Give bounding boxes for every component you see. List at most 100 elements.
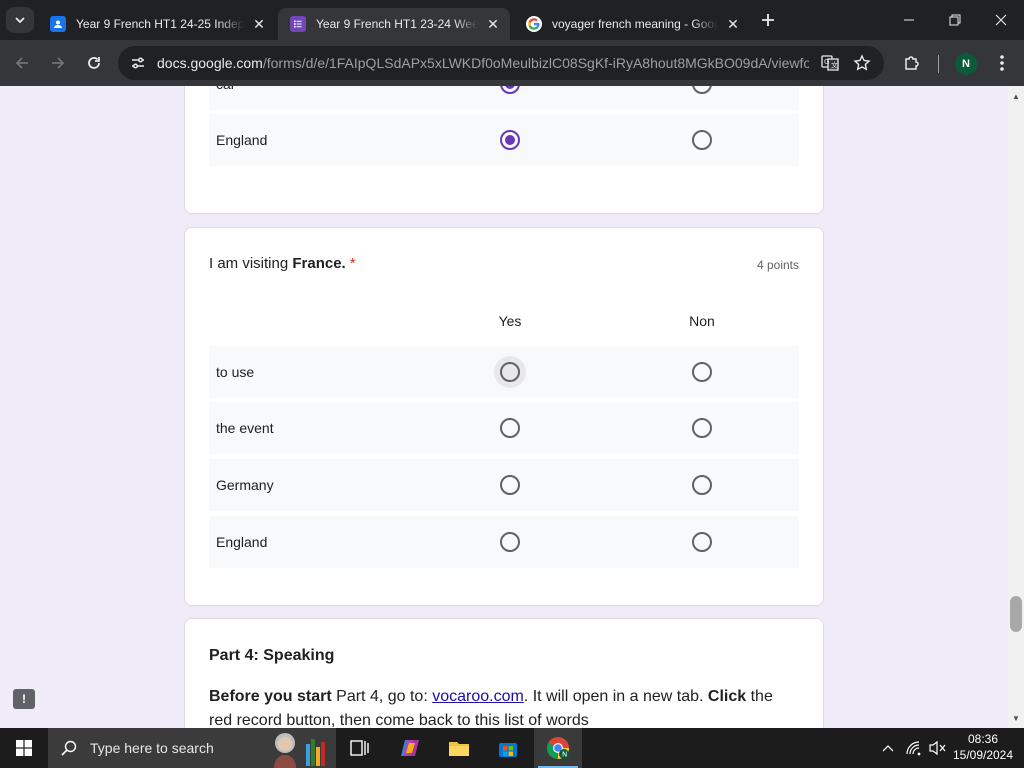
grid-row: to use [209,346,799,398]
row-label: England [216,132,268,148]
radio-non[interactable] [692,532,712,552]
search-icon [61,740,77,756]
grid-row: England [209,114,799,166]
row-label: to use [216,364,255,380]
radio-non[interactable] [692,418,712,438]
tab-classroom[interactable]: Year 9 French HT1 24-25 Independent ✕ [38,8,276,40]
required-asterisk: * [349,255,356,272]
desc-bold: Click [707,688,747,705]
task-view-icon [350,740,369,756]
translate-icon[interactable]: G文 [818,51,842,75]
google-classroom-icon [50,16,66,32]
row-label: the event [216,420,274,436]
minimize-button[interactable] [886,0,932,40]
search-highlight-icon [274,733,325,768]
grid-row: car [209,86,799,110]
tab-google-search[interactable]: voyager french meaning - Google Search ✕ [514,8,750,40]
address-bar[interactable]: docs.google.com/forms/d/e/1FAIpQLSdAPx5x… [118,46,884,80]
taskbar-search-box[interactable]: Type here to search [48,728,336,768]
toolbar-divider [938,55,939,73]
radio-non[interactable] [692,362,712,382]
url-text[interactable]: docs.google.com/forms/d/e/1FAIpQLSdAPx5x… [157,55,809,71]
grid-row: the event [209,402,799,454]
google-g-icon [526,16,542,32]
back-button[interactable] [8,49,36,77]
tab-forms[interactable]: Year 9 French HT1 23-24 Week 1 ✕ [278,8,510,40]
microsoft-store-button[interactable] [484,728,532,768]
close-icon[interactable]: ✕ [484,15,502,33]
chevron-down-icon [15,17,25,24]
chrome-icon: N [547,737,569,759]
question-title-plain: I am visiting [209,255,293,272]
restore-icon [949,14,961,26]
row-label: Germany [216,477,274,493]
browser-toolbar: docs.google.com/forms/d/e/1FAIpQLSdAPx5x… [0,40,1024,86]
question-title-bold: France. [292,255,346,272]
bookmark-star-icon[interactable] [850,51,874,75]
desc-bold: Before you start [209,688,332,705]
start-button[interactable] [0,728,48,768]
desc-text: . It will open in a new tab. [523,688,708,705]
radio-yes[interactable] [500,418,520,438]
section-title: Part 4: Speaking [209,647,335,664]
page-scrollbar[interactable]: ▲ ▼ [1008,86,1024,728]
copilot-icon [401,740,419,756]
extensions-button[interactable] [898,49,926,77]
radio-yes[interactable] [500,532,520,552]
vocaroo-link[interactable]: vocaroo.com [432,688,524,705]
wifi-icon [906,741,921,756]
scroll-down-arrow-icon[interactable]: ▼ [1008,710,1024,726]
previous-question-card: car England [184,86,824,214]
file-explorer-button[interactable] [435,728,483,768]
store-icon [499,743,517,757]
task-view-button[interactable] [336,728,384,768]
forward-button[interactable] [44,49,72,77]
clock-date: 15/09/2024 [952,748,1014,762]
volume-muted-icon [929,740,946,756]
profile-avatar[interactable]: N [955,53,977,75]
svg-text:文: 文 [831,61,838,70]
puzzle-icon [905,56,919,70]
row-label: car [216,86,235,110]
section-description: Before you start Part 4, go to: vocaroo.… [209,685,799,728]
feedback-icon[interactable]: ! [13,689,35,709]
radio-yes[interactable] [500,130,520,150]
show-hidden-icons-button[interactable] [878,728,898,768]
volume-status[interactable] [926,728,948,768]
scrollbar-thumb[interactable] [1010,596,1022,632]
close-window-button[interactable] [978,0,1024,40]
windows-taskbar: Type here to search N 08:36 15/09/2024 [0,728,1024,768]
tab-search-button[interactable] [6,7,34,33]
close-icon[interactable]: ✕ [724,15,742,33]
section-card-part4: Part 4: Speaking Before you start Part 4… [184,618,824,728]
radio-yes[interactable] [500,86,520,94]
svg-text:G: G [824,58,829,66]
forward-arrow-icon [52,57,65,69]
desc-text: Part 4, go to: [331,688,433,705]
close-icon[interactable]: ✕ [250,15,268,33]
tab-title: Year 9 French HT1 23-24 Week 1 [316,17,478,31]
page-viewport: car England I am visiting France.* 4 poi… [0,86,1008,728]
clock-time: 08:36 [967,732,999,746]
site-info-icon[interactable] [126,51,150,75]
chrome-taskbar-button[interactable]: N [534,728,582,768]
new-tab-button[interactable] [756,8,780,32]
radio-yes[interactable] [500,475,520,495]
radio-non[interactable] [692,86,712,94]
menu-button[interactable] [988,49,1016,77]
search-placeholder: Type here to search [90,740,214,756]
reload-icon [88,57,100,69]
system-clock[interactable]: 08:36 15/09/2024 [950,731,1016,763]
radio-yes[interactable] [500,362,520,382]
question-title: I am visiting France. * [209,255,356,272]
minimize-icon [904,19,914,21]
network-status[interactable] [902,728,926,768]
radio-non[interactable] [692,130,712,150]
radio-non[interactable] [692,475,712,495]
tab-title: voyager french meaning - Google Search [552,17,718,31]
copilot-button[interactable] [386,728,434,768]
scroll-up-arrow-icon[interactable]: ▲ [1008,88,1024,104]
restore-button[interactable] [932,0,978,40]
question-card: I am visiting France. * 4 points Yes Non … [184,227,824,606]
reload-button[interactable] [80,49,108,77]
